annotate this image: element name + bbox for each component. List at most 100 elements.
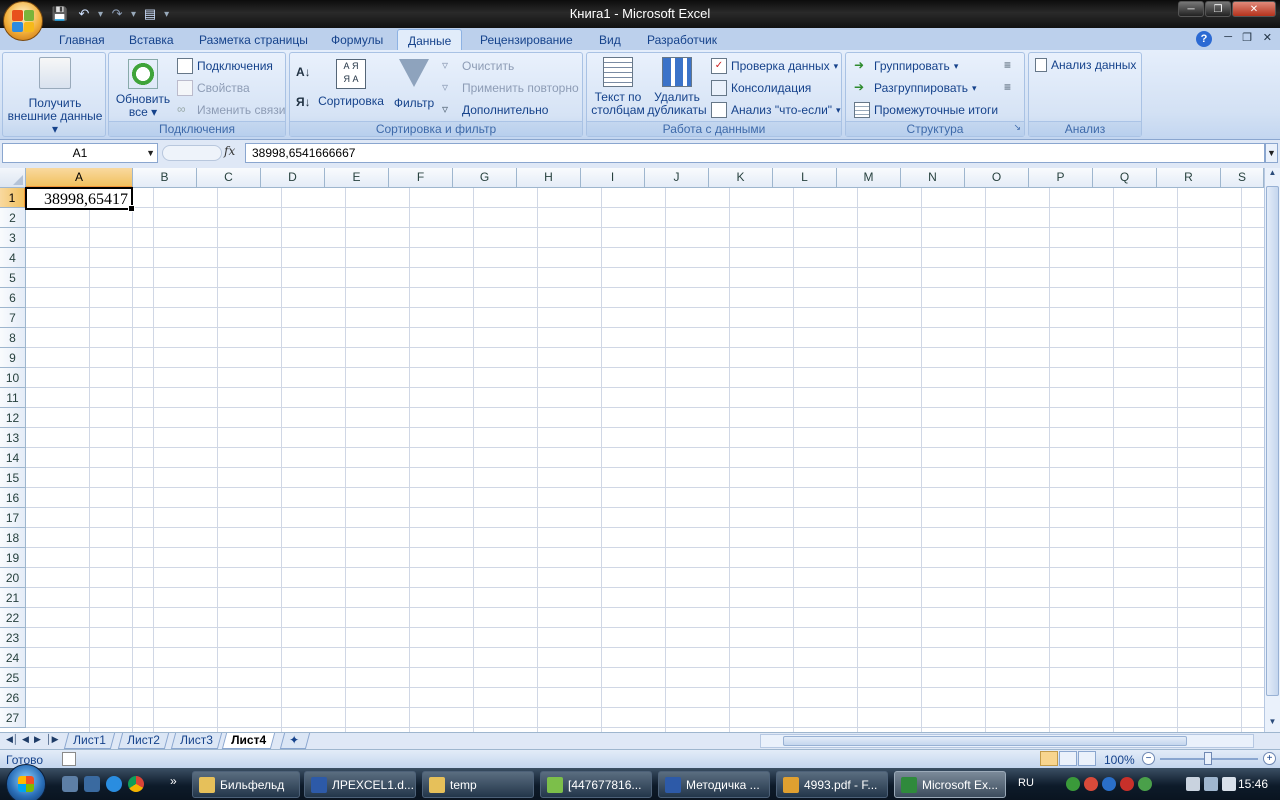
- expand-formula-bar-icon[interactable]: ▼: [1265, 143, 1278, 163]
- taskbar-item-3[interactable]: temp: [422, 771, 534, 798]
- row-header-27[interactable]: 27: [0, 708, 26, 728]
- row-header-2[interactable]: 2: [0, 208, 26, 228]
- column-header-l[interactable]: L: [773, 168, 837, 188]
- subtotal-button[interactable]: Промежуточные итоги: [854, 102, 998, 118]
- volume-icon[interactable]: [1222, 777, 1236, 791]
- column-header-o[interactable]: O: [965, 168, 1029, 188]
- sheet-tab-4[interactable]: Лист4: [221, 733, 276, 749]
- insert-function-button[interactable]: fx: [224, 144, 235, 158]
- row-header-22[interactable]: 22: [0, 608, 26, 628]
- horizontal-scrollbar[interactable]: [760, 734, 1254, 748]
- ribbon-close-icon[interactable]: ✕: [1263, 31, 1272, 44]
- taskbar-item-7[interactable]: Microsoft Ex...: [894, 771, 1006, 798]
- row-header-9[interactable]: 9: [0, 348, 26, 368]
- tray-app-icon[interactable]: [1120, 777, 1134, 791]
- row-header-23[interactable]: 23: [0, 628, 26, 648]
- row-header-14[interactable]: 14: [0, 448, 26, 468]
- column-header-a[interactable]: A: [26, 168, 133, 188]
- column-header-m[interactable]: M: [837, 168, 901, 188]
- row-header-1[interactable]: 1: [0, 188, 26, 208]
- consolidate-button[interactable]: Консолидация: [711, 80, 811, 96]
- next-sheet-icon[interactable]: ▶: [34, 734, 41, 745]
- column-header-f[interactable]: F: [389, 168, 453, 188]
- column-header-q[interactable]: Q: [1093, 168, 1157, 188]
- data-analysis-button[interactable]: Анализ данных: [1035, 58, 1136, 72]
- taskbar-item-5[interactable]: Методичка ...: [658, 771, 770, 798]
- vertical-scroll-thumb[interactable]: [1266, 186, 1279, 696]
- clock[interactable]: 15:46: [1238, 777, 1268, 791]
- dialog-launcher-icon[interactable]: ↘: [1013, 122, 1021, 133]
- show-desktop-icon[interactable]: [62, 776, 78, 792]
- sheet-tab-1[interactable]: Лист1: [63, 733, 115, 749]
- record-macro-icon[interactable]: [62, 752, 76, 766]
- tab-data[interactable]: Данные: [397, 29, 463, 51]
- zoom-in-icon[interactable]: +: [1263, 752, 1276, 765]
- formula-input[interactable]: 38998,6541666667: [245, 143, 1265, 163]
- prev-sheet-icon[interactable]: ◀: [22, 734, 29, 745]
- page-layout-view-icon[interactable]: [1059, 751, 1077, 766]
- page-break-view-icon[interactable]: [1078, 751, 1096, 766]
- row-header-21[interactable]: 21: [0, 588, 26, 608]
- scroll-up-icon[interactable]: ▲: [1265, 168, 1280, 183]
- tab-insert[interactable]: Вставка: [129, 31, 174, 50]
- column-header-i[interactable]: I: [581, 168, 645, 188]
- horizontal-scroll-thumb[interactable]: [783, 736, 1187, 746]
- cell-a1[interactable]: 38998,65417: [25, 187, 135, 212]
- filter-button[interactable]: Фильтр: [390, 59, 438, 110]
- taskbar-more-icon[interactable]: »: [170, 774, 177, 788]
- show-detail-icon[interactable]: ≡: [1004, 58, 1011, 72]
- row-header-5[interactable]: 5: [0, 268, 26, 288]
- tab-home[interactable]: Главная: [59, 31, 105, 50]
- column-header-p[interactable]: P: [1029, 168, 1093, 188]
- column-header-g[interactable]: G: [453, 168, 517, 188]
- sort-az-icon[interactable]: A↓: [296, 65, 311, 79]
- name-box-dropdown-icon[interactable]: ▼: [146, 144, 155, 162]
- zoom-level[interactable]: 100%: [1104, 753, 1135, 767]
- vertical-scrollbar[interactable]: ▲ ▼: [1264, 168, 1280, 732]
- sheet-tab-3[interactable]: Лист3: [170, 733, 222, 749]
- select-all-button[interactable]: [0, 168, 26, 188]
- sort-button[interactable]: А ЯЯ А Сортировка: [316, 59, 386, 108]
- insert-sheet-icon[interactable]: ✦: [279, 733, 311, 749]
- minimize-button[interactable]: ─: [1178, 1, 1204, 17]
- start-button[interactable]: [6, 764, 46, 800]
- ungroup-button[interactable]: ➔ Разгруппировать ▾: [854, 80, 977, 96]
- sheet-tab-2[interactable]: Лист2: [117, 733, 169, 749]
- row-header-18[interactable]: 18: [0, 528, 26, 548]
- row-header-7[interactable]: 7: [0, 308, 26, 328]
- row-header-8[interactable]: 8: [0, 328, 26, 348]
- row-header-17[interactable]: 17: [0, 508, 26, 528]
- tray-battery-icon[interactable]: [1186, 777, 1200, 791]
- text-to-columns-button[interactable]: Текст по столбцам: [589, 57, 647, 117]
- row-header-24[interactable]: 24: [0, 648, 26, 668]
- language-indicator[interactable]: RU: [1018, 777, 1034, 789]
- tab-view[interactable]: Вид: [599, 31, 621, 50]
- tray-network-icon[interactable]: [1066, 777, 1080, 791]
- taskbar-item-6[interactable]: 4993.pdf - F...: [776, 771, 888, 798]
- column-header-n[interactable]: N: [901, 168, 965, 188]
- row-header-12[interactable]: 12: [0, 408, 26, 428]
- office-button[interactable]: [3, 1, 43, 41]
- first-sheet-icon[interactable]: ◀│: [6, 734, 19, 745]
- connections-button[interactable]: Подключения: [177, 58, 273, 74]
- advanced-button[interactable]: ▿ Дополнительно: [442, 102, 548, 118]
- column-header-c[interactable]: C: [197, 168, 261, 188]
- row-header-13[interactable]: 13: [0, 428, 26, 448]
- column-header-b[interactable]: B: [133, 168, 197, 188]
- zoom-out-icon[interactable]: −: [1142, 752, 1155, 765]
- column-header-e[interactable]: E: [325, 168, 389, 188]
- restore-button[interactable]: ❐: [1205, 1, 1231, 17]
- zoom-slider[interactable]: − +: [1142, 751, 1276, 767]
- tab-formulas[interactable]: Формулы: [331, 31, 383, 50]
- what-if-button[interactable]: Анализ "что-если" ▾: [711, 102, 841, 118]
- row-header-10[interactable]: 10: [0, 368, 26, 388]
- chrome-icon[interactable]: [128, 776, 144, 792]
- close-button[interactable]: ✕: [1232, 1, 1276, 17]
- row-header-26[interactable]: 26: [0, 688, 26, 708]
- tab-review[interactable]: Рецензирование: [480, 31, 573, 50]
- zoom-slider-knob[interactable]: [1204, 752, 1212, 765]
- tray-update-icon[interactable]: [1138, 777, 1152, 791]
- refresh-all-button[interactable]: Обновить все ▾: [113, 59, 173, 119]
- row-header-3[interactable]: 3: [0, 228, 26, 248]
- row-header-15[interactable]: 15: [0, 468, 26, 488]
